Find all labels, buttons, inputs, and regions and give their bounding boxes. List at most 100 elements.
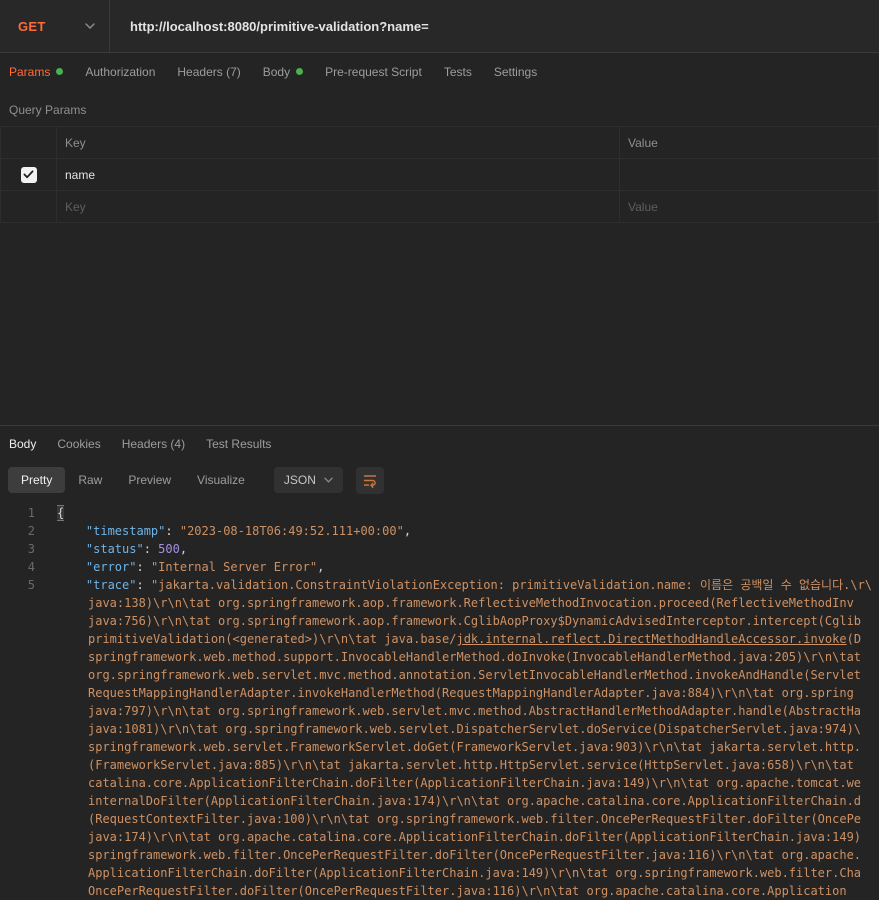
view-tab-raw[interactable]: Raw bbox=[65, 467, 115, 493]
chevron-down-icon bbox=[85, 23, 95, 29]
line-number bbox=[0, 612, 35, 630]
postman-request-view: GET http://localhost:8080/primitive-vali… bbox=[0, 0, 879, 898]
line-number bbox=[0, 738, 35, 756]
param-value-placeholder[interactable]: Value bbox=[619, 190, 879, 223]
code-line: 4 "error": "Internal Server Error", bbox=[0, 558, 879, 576]
line-number bbox=[0, 720, 35, 738]
line-number bbox=[0, 774, 35, 792]
line-number: 5 bbox=[27, 578, 35, 592]
tab-settings-label: Settings bbox=[493, 65, 538, 79]
response-tab-body[interactable]: Body bbox=[9, 437, 36, 451]
param-key-placeholder[interactable]: Key bbox=[56, 190, 620, 223]
line-number bbox=[0, 630, 35, 648]
wrap-text-button[interactable] bbox=[355, 466, 384, 494]
line-number bbox=[0, 648, 35, 666]
code-text: "trace": "jakarta.validation.ConstraintV… bbox=[85, 578, 873, 592]
line-number bbox=[0, 702, 35, 720]
tab-pre-request-script[interactable]: Pre-request Script bbox=[325, 65, 422, 79]
code-line: java:756)\r\n\tat org.springframework.ao… bbox=[0, 612, 879, 630]
code-text: java:756)\r\n\tat org.springframework.ao… bbox=[88, 614, 862, 628]
tab-headers[interactable]: Headers (7) bbox=[177, 65, 240, 79]
value-column-header: Value bbox=[619, 126, 879, 159]
tab-settings[interactable]: Settings bbox=[494, 65, 537, 79]
line-number bbox=[0, 756, 35, 774]
code-editor[interactable]: 1{2 "timestamp": "2023-08-18T06:49:52.11… bbox=[0, 504, 879, 900]
code-text: OncePerRequestFilter.doFilter(OncePerReq… bbox=[88, 884, 847, 898]
wrap-text-icon bbox=[362, 474, 378, 491]
language-label: JSON bbox=[283, 473, 316, 487]
code-text: catalina.core.ApplicationFilterChain.doF… bbox=[88, 776, 862, 790]
code-text: springframework.web.servlet.FrameworkSer… bbox=[88, 740, 862, 754]
request-url-bar: GET http://localhost:8080/primitive-vali… bbox=[0, 0, 879, 53]
code-text: java:1081)\r\n\tat org.springframework.w… bbox=[88, 722, 862, 736]
param-value-cell[interactable] bbox=[619, 158, 879, 191]
response-tabs: Body Cookies Headers (4) Test Results bbox=[0, 426, 879, 462]
code-line: 3 "status": 500, bbox=[0, 540, 879, 558]
code-text: ApplicationFilterChain.doFilter(Applicat… bbox=[88, 866, 862, 880]
code-text: "status": 500, bbox=[85, 542, 188, 556]
param-row: name bbox=[0, 158, 879, 191]
line-number bbox=[0, 594, 35, 612]
code-text: springframework.web.method.support.Invoc… bbox=[88, 650, 862, 664]
tab-tests[interactable]: Tests bbox=[444, 65, 472, 79]
code-line: 1{ bbox=[0, 504, 879, 522]
response-tab-headers[interactable]: Headers (4) bbox=[122, 437, 185, 451]
tab-authorization[interactable]: Authorization bbox=[85, 65, 155, 79]
code-line: (FrameworkServlet.java:885)\r\n\tat jaka… bbox=[0, 756, 879, 774]
code-line: internalDoFilter(ApplicationFilterChain.… bbox=[0, 792, 879, 810]
response-tab-cookies[interactable]: Cookies bbox=[57, 437, 100, 451]
query-params-table: Key Value name Key Value bbox=[0, 126, 879, 223]
line-number: 1 bbox=[27, 506, 35, 520]
code-text: RequestMappingHandlerAdapter.invokeHandl… bbox=[88, 686, 854, 700]
line-number: 2 bbox=[27, 524, 35, 538]
request-tabs: Params Authorization Headers (7) Body Pr… bbox=[0, 53, 879, 91]
method-dropdown[interactable]: GET bbox=[0, 0, 110, 52]
view-tab-preview[interactable]: Preview bbox=[115, 467, 184, 493]
param-key-cell[interactable]: name bbox=[56, 158, 620, 191]
code-text: java:797)\r\n\tat org.springframework.we… bbox=[88, 704, 862, 718]
table-header-row: Key Value bbox=[0, 126, 879, 159]
line-number bbox=[0, 684, 35, 702]
language-dropdown[interactable]: JSON bbox=[273, 467, 343, 493]
code-text: (FrameworkServlet.java:885)\r\n\tat jaka… bbox=[88, 758, 862, 772]
code-line: primitiveValidation(<generated>)\r\n\tat… bbox=[0, 630, 879, 648]
chevron-down-icon bbox=[324, 477, 333, 483]
line-number bbox=[0, 666, 35, 684]
code-line: java:1081)\r\n\tat org.springframework.w… bbox=[0, 720, 879, 738]
empty-checkbox-cell bbox=[0, 190, 57, 223]
tab-body[interactable]: Body bbox=[262, 65, 304, 79]
code-line: catalina.core.ApplicationFilterChain.doF… bbox=[0, 774, 879, 792]
view-tab-visualize[interactable]: Visualize bbox=[184, 467, 258, 493]
code-text: "timestamp": "2023-08-18T06:49:52.111+00… bbox=[85, 524, 412, 538]
code-line: java:797)\r\n\tat org.springframework.we… bbox=[0, 702, 879, 720]
tab-pre-request-script-label: Pre-request Script bbox=[325, 65, 422, 79]
response-view-toolbar: Pretty Raw Preview Visualize JSON bbox=[0, 462, 879, 498]
code-text: org.springframework.web.servlet.mvc.meth… bbox=[88, 668, 862, 682]
code-line: OncePerRequestFilter.doFilter(OncePerReq… bbox=[0, 882, 879, 900]
body-indicator-dot bbox=[296, 67, 304, 75]
response-tab-test-results[interactable]: Test Results bbox=[206, 437, 271, 451]
code-text: (RequestContextFilter.java:100)\r\n\tat … bbox=[88, 812, 862, 826]
tab-params[interactable]: Params bbox=[9, 65, 64, 79]
code-line: java:138)\r\n\tat org.springframework.ao… bbox=[0, 594, 879, 612]
line-number bbox=[0, 846, 35, 864]
line-number bbox=[0, 882, 35, 900]
line-number bbox=[0, 810, 35, 828]
tab-params-label: Params bbox=[9, 65, 51, 79]
url-input[interactable]: http://localhost:8080/primitive-validati… bbox=[110, 0, 879, 52]
tab-authorization-label: Authorization bbox=[85, 65, 156, 79]
response-section: Body Cookies Headers (4) Test Results Pr… bbox=[0, 425, 879, 900]
line-number: 4 bbox=[27, 560, 35, 574]
code-text: springframework.web.filter.OncePerReques… bbox=[88, 848, 862, 862]
code-text: primitiveValidation(<generated>)\r\n\tat… bbox=[88, 632, 862, 646]
code-line: 2 "timestamp": "2023-08-18T06:49:52.111+… bbox=[0, 522, 879, 540]
view-tab-pretty[interactable]: Pretty bbox=[8, 467, 66, 493]
code-line: ApplicationFilterChain.doFilter(Applicat… bbox=[0, 864, 879, 882]
param-enabled-checkbox[interactable] bbox=[20, 166, 37, 183]
code-text: java:174)\r\n\tat org.apache.catalina.co… bbox=[88, 830, 862, 844]
key-column-header: Key bbox=[56, 126, 620, 159]
tab-body-label: Body bbox=[262, 65, 291, 79]
code-line: java:174)\r\n\tat org.apache.catalina.co… bbox=[0, 828, 879, 846]
line-number: 3 bbox=[27, 542, 35, 556]
code-text: "error": "Internal Server Error", bbox=[85, 560, 325, 574]
